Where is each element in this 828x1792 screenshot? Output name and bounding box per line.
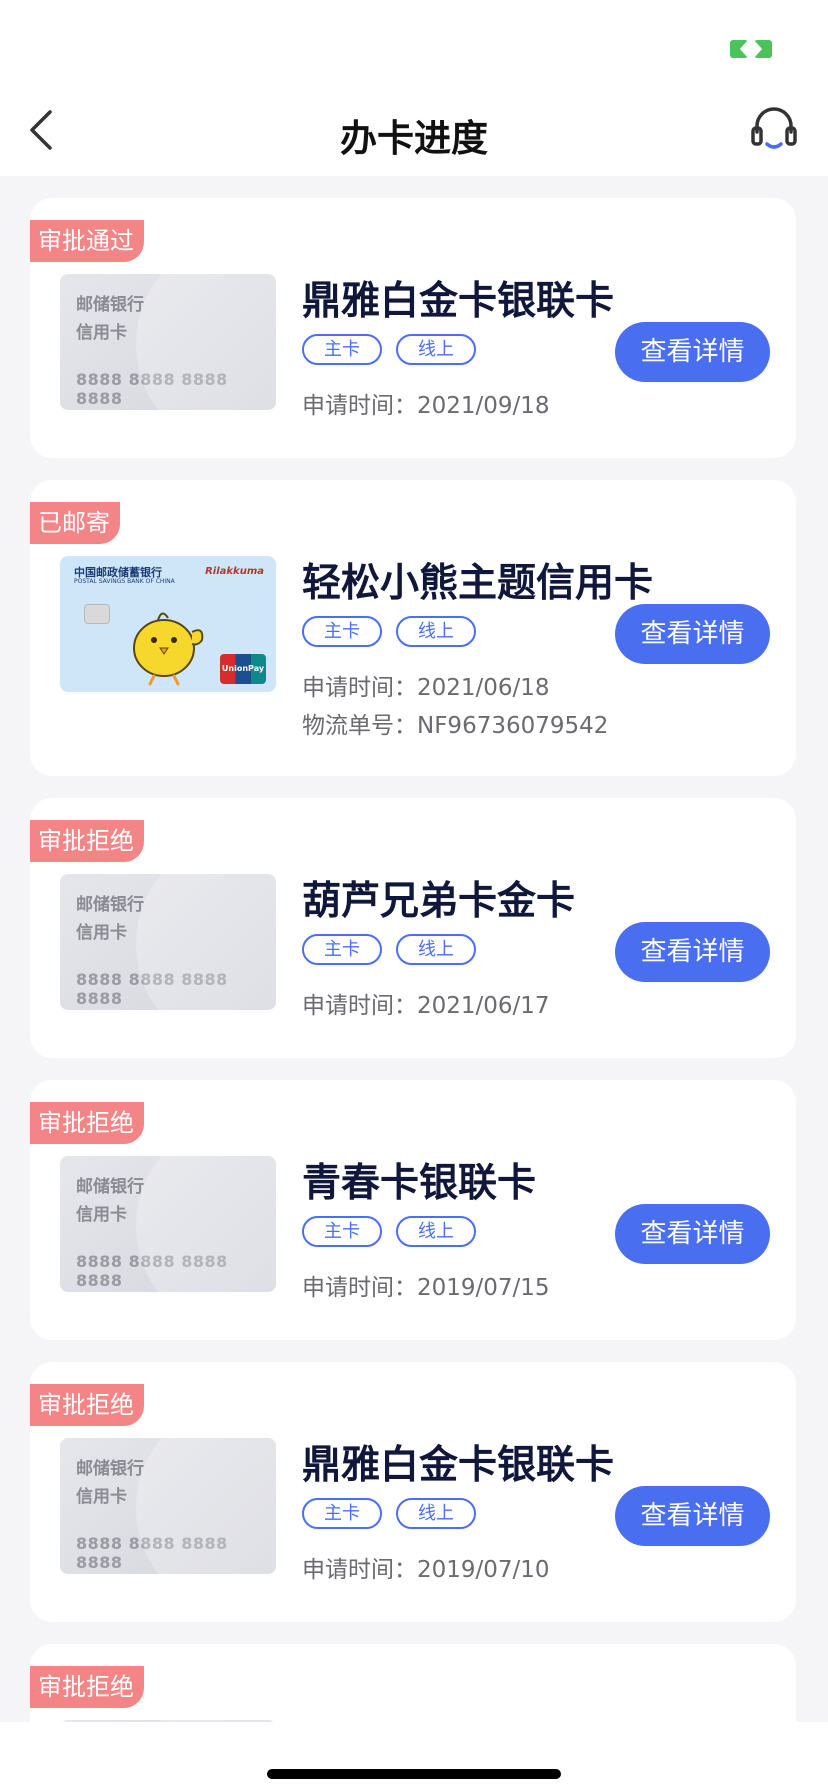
yellow-chick-illustration (133, 612, 204, 686)
tracking-value: NF96736079542 (417, 713, 609, 739)
apply-time: 申请时间：2021/06/18 (302, 668, 550, 702)
tag-main: 主卡 (302, 1498, 382, 1529)
view-details-button[interactable]: 查看详情 (615, 322, 770, 382)
page-title: 办卡进度 (340, 117, 488, 160)
tag-online: 线上 (396, 616, 476, 647)
card-art-brand: Rilakkuma (205, 566, 264, 577)
tracking-label: 物流单号： (302, 713, 417, 739)
card-face-number: 8888 8888 8888 8888 (76, 970, 228, 1008)
tag-main: 主卡 (302, 1216, 382, 1247)
status-badge: 审批拒绝 (30, 1102, 144, 1144)
card-face-number: 8888 8888 8888 8888 (76, 1252, 228, 1290)
top-bar: 办卡进度 (0, 0, 828, 176)
tracking-number: 物流单号：NF96736079542 (302, 706, 608, 740)
card-name: 轻松小熊主题信用卡 (302, 561, 654, 606)
unionpay-logo: UnionPay 银联 (220, 654, 266, 684)
card-face-subtitle: 信用卡 (76, 923, 127, 943)
tag-online: 线上 (396, 334, 476, 365)
view-details-button[interactable]: 查看详情 (615, 1204, 770, 1264)
apply-time-label: 申请时间： (302, 675, 417, 701)
view-details-button[interactable]: 查看详情 (615, 922, 770, 982)
apply-time-label: 申请时间： (302, 1557, 417, 1583)
application-card: 审批拒绝 (30, 1644, 796, 1722)
tag-online: 线上 (396, 1216, 476, 1247)
card-face-bank: 邮储银行 (76, 895, 144, 915)
apply-time-label: 申请时间： (302, 1275, 417, 1301)
application-card: 审批拒绝 邮储银行 信用卡 8888 8888 8888 8888 青春卡银联卡… (30, 1080, 796, 1340)
tag-online: 线上 (396, 1498, 476, 1529)
apply-time: 申请时间：2021/06/17 (302, 986, 550, 1020)
card-image: 邮储银行 信用卡 8888 8888 8888 8888 (60, 1156, 276, 1292)
bottom-safe-area (0, 1722, 828, 1792)
card-face-bank: 邮储银行 (76, 295, 144, 315)
tag-online: 线上 (396, 934, 476, 965)
status-badge: 审批通过 (30, 220, 144, 262)
apply-time-value: 2019/07/15 (417, 1275, 550, 1301)
home-indicator[interactable] (267, 1769, 561, 1779)
apply-time-value: 2021/06/17 (417, 993, 550, 1019)
card-name: 葫芦兄弟卡金卡 (302, 879, 576, 924)
status-indicator-icon (730, 40, 772, 58)
card-face-subtitle: 信用卡 (76, 1487, 127, 1507)
status-badge: 审批拒绝 (30, 1384, 144, 1426)
application-card: 审批拒绝 邮储银行 信用卡 8888 8888 8888 8888 鼎雅白金卡银… (30, 1362, 796, 1622)
application-card: 已邮寄 中国邮政储蓄银行 Rilakkuma POSTAL SAVINGS BA… (30, 480, 796, 776)
tag-main: 主卡 (302, 616, 382, 647)
application-list[interactable]: 审批通过 邮储银行 信用卡 8888 8888 8888 8888 鼎雅白金卡银… (0, 176, 828, 1722)
card-art-subtitle: POSTAL SAVINGS BANK OF CHINA (74, 578, 175, 585)
chip-icon (84, 604, 110, 624)
card-face-subtitle: 信用卡 (76, 323, 127, 343)
application-card: 审批拒绝 邮储银行 信用卡 8888 8888 8888 8888 葫芦兄弟卡金… (30, 798, 796, 1058)
apply-time-value: 2019/07/10 (417, 1557, 550, 1583)
apply-time: 申请时间：2021/09/18 (302, 386, 550, 420)
view-details-button[interactable]: 查看详情 (615, 1486, 770, 1546)
tag-main: 主卡 (302, 934, 382, 965)
card-name: 青春卡银联卡 (302, 1161, 537, 1206)
card-face-bank: 邮储银行 (76, 1177, 144, 1197)
apply-time-label: 申请时间： (302, 393, 417, 419)
apply-time: 申请时间：2019/07/15 (302, 1268, 550, 1302)
status-badge: 审批拒绝 (30, 1666, 144, 1708)
card-image: 邮储银行 信用卡 8888 8888 8888 8888 (60, 874, 276, 1010)
apply-time-value: 2021/06/18 (417, 675, 550, 701)
card-face-number: 8888 8888 8888 8888 (76, 370, 228, 408)
card-face-number: 8888 8888 8888 8888 (76, 1534, 228, 1572)
card-image: 中国邮政储蓄银行 Rilakkuma POSTAL SAVINGS BANK O… (60, 556, 276, 692)
apply-time: 申请时间：2019/07/10 (302, 1550, 550, 1584)
card-name: 鼎雅白金卡银联卡 (302, 1443, 615, 1488)
headset-icon (751, 107, 797, 149)
card-face-bank: 邮储银行 (76, 1459, 144, 1479)
apply-time-label: 申请时间： (302, 993, 417, 1019)
apply-time-value: 2021/09/18 (417, 393, 550, 419)
card-name: 鼎雅白金卡银联卡 (302, 279, 615, 324)
card-face-subtitle: 信用卡 (76, 1205, 127, 1225)
view-details-button[interactable]: 查看详情 (615, 604, 770, 664)
status-badge: 审批拒绝 (30, 820, 144, 862)
status-badge: 已邮寄 (30, 502, 120, 544)
tag-main: 主卡 (302, 334, 382, 365)
card-image: 邮储银行 信用卡 8888 8888 8888 8888 (60, 1438, 276, 1574)
customer-service-button[interactable] (750, 106, 798, 154)
application-card: 审批通过 邮储银行 信用卡 8888 8888 8888 8888 鼎雅白金卡银… (30, 198, 796, 458)
card-image: 邮储银行 信用卡 8888 8888 8888 8888 (60, 274, 276, 410)
